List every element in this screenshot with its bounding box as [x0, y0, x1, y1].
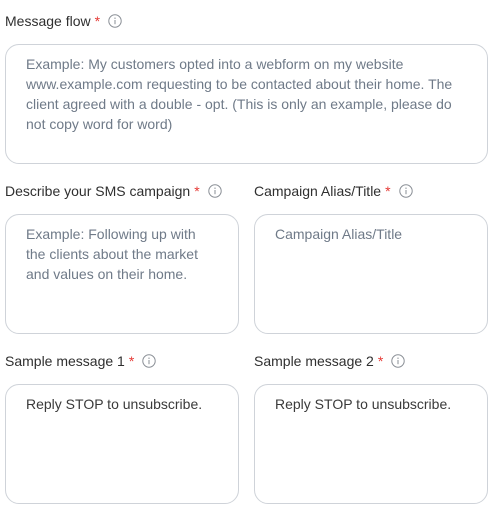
- required-asterisk: *: [128, 353, 135, 369]
- info-icon[interactable]: [108, 14, 122, 28]
- sample-message-2-textarea[interactable]: Reply STOP to unsubscribe.: [254, 384, 488, 504]
- message-flow-field: Message flow *: [5, 11, 122, 31]
- info-icon[interactable]: [391, 354, 405, 368]
- sms-campaign-label-row: Describe your SMS campaign *: [5, 181, 222, 201]
- campaign-alias-label: Campaign Alias/Title: [254, 183, 382, 199]
- info-icon[interactable]: [207, 184, 222, 198]
- sms-campaign-label: Describe your SMS campaign: [5, 183, 191, 199]
- sample-message-1-label-row: Sample message 1 *: [5, 351, 156, 371]
- sms-campaign-textarea[interactable]: [5, 214, 239, 334]
- sample-message-2-field: Sample message 2 *: [254, 351, 405, 371]
- message-flow-label: Message flow: [5, 13, 91, 29]
- sample-message-1-label: Sample message 1: [5, 353, 125, 369]
- required-asterisk: *: [385, 183, 391, 199]
- campaign-alias-field: Campaign Alias/Title *: [254, 181, 413, 201]
- sample-message-2-label-row: Sample message 2 *: [254, 351, 405, 371]
- info-icon[interactable]: [142, 354, 156, 368]
- info-icon[interactable]: [398, 184, 413, 198]
- sample-message-1-textarea[interactable]: Reply STOP to unsubscribe.: [5, 384, 239, 504]
- sms-campaign-field: Describe your SMS campaign *: [5, 181, 222, 201]
- campaign-alias-label-row: Campaign Alias/Title *: [254, 181, 413, 201]
- sample-message-2-label: Sample message 2: [254, 353, 374, 369]
- required-asterisk: *: [194, 183, 200, 199]
- sample-message-1-field: Sample message 1 *: [5, 351, 156, 371]
- required-asterisk: *: [377, 353, 384, 369]
- campaign-alias-textarea[interactable]: [254, 214, 488, 334]
- message-flow-label-row: Message flow *: [5, 11, 122, 31]
- message-flow-textarea[interactable]: [5, 44, 488, 164]
- required-asterisk: *: [94, 13, 101, 29]
